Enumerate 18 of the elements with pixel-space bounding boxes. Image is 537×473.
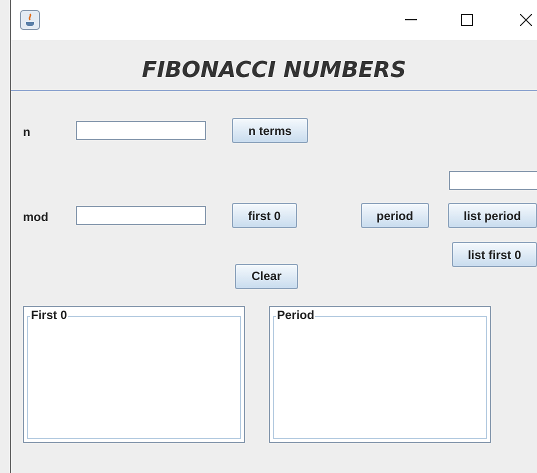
field-label: n xyxy=(23,124,30,141)
button[interactable]: list period xyxy=(448,203,537,228)
app-icon xyxy=(20,10,40,30)
minimize-icon[interactable] xyxy=(405,19,417,21)
button[interactable]: list first 0 xyxy=(452,242,537,267)
button[interactable]: n terms xyxy=(232,118,308,143)
heading: FIBONACCI NUMBERS xyxy=(142,57,406,85)
text-area[interactable]: First 0 xyxy=(23,306,245,443)
button[interactable]: period xyxy=(361,203,429,228)
field-label: mod xyxy=(23,209,48,226)
text-field[interactable] xyxy=(76,121,206,140)
text-field[interactable] xyxy=(449,171,537,190)
close-icon[interactable] xyxy=(520,14,532,26)
button[interactable]: first 0 xyxy=(232,203,298,228)
text-field[interactable] xyxy=(76,206,206,225)
maximize-icon[interactable] xyxy=(461,14,473,26)
button[interactable]: Clear xyxy=(235,264,298,288)
text-area[interactable]: Period xyxy=(269,306,491,443)
